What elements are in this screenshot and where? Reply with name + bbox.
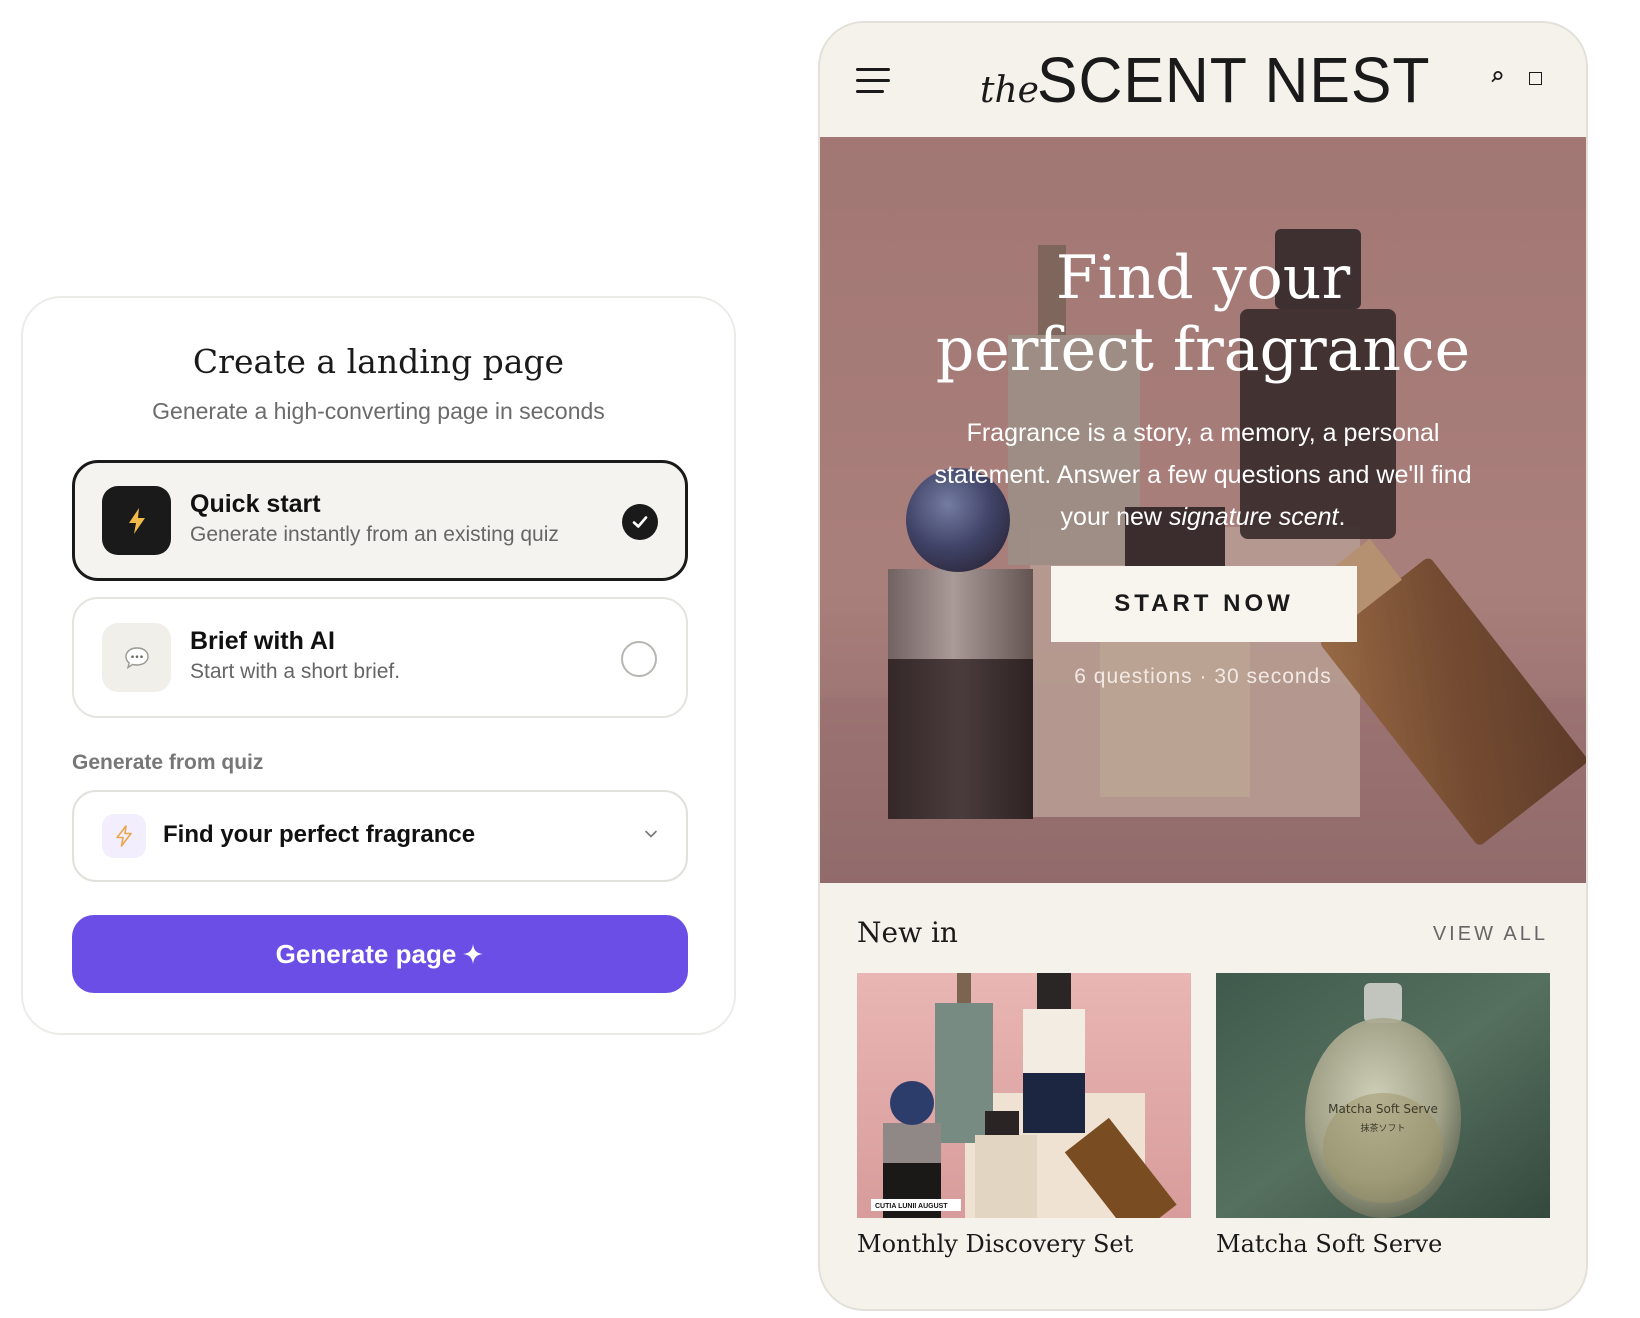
menu-icon[interactable] <box>856 68 890 94</box>
view-all-link[interactable]: VIEW ALL <box>1433 923 1548 946</box>
quiz-meta: 6 questions · 30 seconds <box>1074 665 1332 688</box>
new-in-heading: New in <box>857 916 958 949</box>
product-card[interactable]: CUTIA LUNII AUGUST Monthly Discovery Set <box>857 973 1191 1258</box>
lightning-icon <box>102 814 146 858</box>
product-tag: CUTIA LUNII AUGUST <box>875 1203 948 1210</box>
option-brief-with-ai[interactable]: Brief with AI Start with a short brief. <box>72 597 688 718</box>
quiz-select-label: Generate from quiz <box>72 751 264 774</box>
radio-button[interactable] <box>621 641 657 677</box>
mobile-preview: the SCENT NEST Find your perfect fragran… <box>818 21 1588 1311</box>
hero-title-line: perfect fragrance <box>935 315 1471 385</box>
generate-button-label: Generate page <box>275 938 457 969</box>
hero-section: Find your perfect fragrance Fragrance is… <box>820 137 1586 883</box>
chevron-down-icon <box>644 826 658 844</box>
brand-logo[interactable]: the SCENT NEST <box>980 45 1451 115</box>
brand-logo-name: SCENT NEST <box>1036 44 1431 116</box>
product-card[interactable]: Matcha Soft Serve 抹茶ソフト Matcha Soft Serv… <box>1216 973 1550 1258</box>
card-title: Create a landing page <box>192 342 565 381</box>
product-image[interactable]: CUTIA LUNII AUGUST <box>857 973 1191 1218</box>
option-title: Quick start <box>190 490 321 518</box>
bottle-label-text: Matcha Soft Serve <box>1328 1102 1438 1116</box>
cart-icon[interactable] <box>1529 72 1542 85</box>
card-subtitle: Generate a high-converting page in secon… <box>152 398 605 424</box>
option-description: Start with a short brief. <box>190 660 401 683</box>
product-name: Monthly Discovery Set <box>857 1230 1134 1258</box>
site-header: the SCENT NEST <box>820 23 1586 137</box>
hero-description-end: . <box>1338 503 1346 531</box>
hero-description-emphasis: signature scent <box>1168 503 1339 531</box>
hero-title: Find your perfect fragrance <box>820 242 1586 386</box>
checkmark-icon <box>622 504 658 540</box>
option-description: Generate instantly from an existing quiz <box>190 523 559 546</box>
quiz-select-value: Find your perfect fragrance <box>163 821 476 848</box>
landing-page-card: Create a landing page Generate a high-co… <box>21 296 736 1035</box>
product-image[interactable]: Matcha Soft Serve 抹茶ソフト <box>1216 973 1550 1218</box>
start-now-button[interactable]: START NOW <box>1051 566 1357 642</box>
brand-logo-prefix: the <box>980 70 1039 111</box>
search-icon[interactable] <box>1490 70 1504 89</box>
chat-bubble-icon <box>102 623 171 692</box>
bottle-label-text: 抹茶ソフト <box>1360 1122 1405 1134</box>
quiz-select[interactable]: Find your perfect fragrance <box>72 790 688 882</box>
sparkle-icon <box>463 944 484 964</box>
hero-description: Fragrance is a story, a memory, a person… <box>930 412 1476 538</box>
hero-title-line: Find your <box>1055 243 1351 313</box>
lightning-icon <box>102 486 171 555</box>
generate-page-button[interactable]: Generate page <box>72 915 688 993</box>
option-quick-start[interactable]: Quick start Generate instantly from an e… <box>72 460 688 581</box>
product-name: Matcha Soft Serve <box>1216 1230 1443 1258</box>
option-title: Brief with AI <box>190 627 335 655</box>
